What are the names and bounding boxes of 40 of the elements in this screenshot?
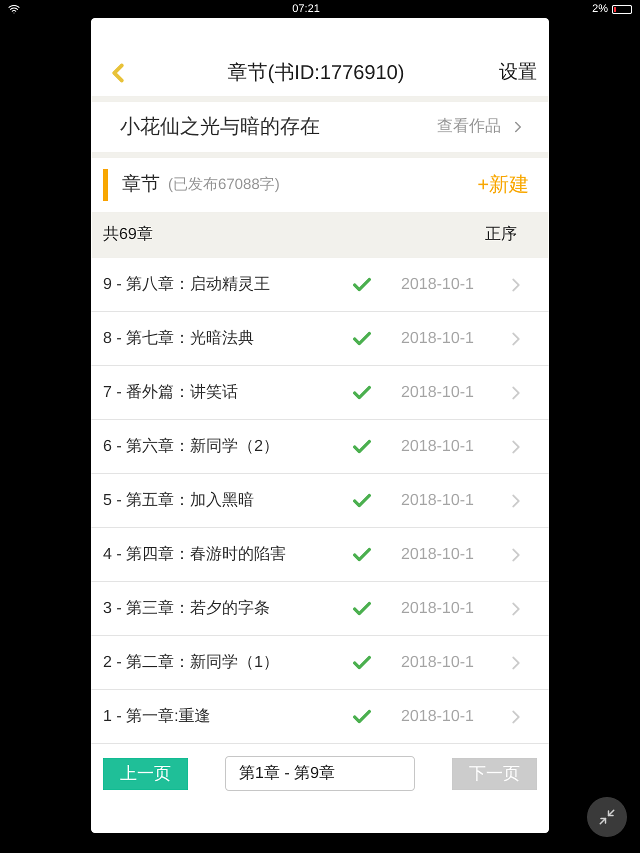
section-title: 章节 xyxy=(122,172,160,197)
sort-order-button[interactable]: 正序 xyxy=(485,223,517,247)
chapter-row[interactable]: 7 - 番外篇：讲笑话 2018-10-1 xyxy=(91,366,549,420)
book-title: 小花仙之光与暗的存在 xyxy=(120,115,321,140)
chapter-date: 2018-10-1 xyxy=(401,652,475,672)
settings-link[interactable]: 设置 xyxy=(499,58,537,88)
chapter-title: 2 - 第二章：新同学（1） xyxy=(103,652,280,672)
chapter-date: 2018-10-1 xyxy=(401,490,475,510)
chapter-title: 1 - 第一章:重逢 xyxy=(103,706,212,726)
chapter-row[interactable]: 6 - 第六章：新同学（2） 2018-10-1 xyxy=(91,420,549,474)
chapter-count: 共69章 xyxy=(103,224,153,245)
page-range-field[interactable]: 第1章 - 第9章 xyxy=(225,756,415,791)
chapter-date: 2018-10-1 xyxy=(401,382,475,402)
minimize-button[interactable] xyxy=(587,797,627,837)
chapter-row[interactable]: 9 - 第八章：启动精灵王 2018-10-1 xyxy=(91,258,549,312)
chapter-row[interactable]: 8 - 第七章：光暗法典 2018-10-1 xyxy=(91,312,549,366)
chapter-title: 3 - 第三章：若夕的字条 xyxy=(103,598,272,618)
chapter-date: 2018-10-1 xyxy=(401,706,475,726)
chapter-row[interactable]: 3 - 第三章：若夕的字条 2018-10-1 xyxy=(91,582,549,636)
battery-percent: 2% xyxy=(592,2,608,17)
chapter-row[interactable]: 5 - 第五章：加入黑暗 2018-10-1 xyxy=(91,474,549,528)
chapter-title: 8 - 第七章：光暗法典 xyxy=(103,328,256,348)
chapter-title: 4 - 第四章：春游时的陷害 xyxy=(103,544,288,564)
chapter-title: 5 - 第五章：加入黑暗 xyxy=(103,490,256,510)
chapter-date: 2018-10-1 xyxy=(401,544,475,564)
battery-icon xyxy=(612,4,632,14)
chapter-date: 2018-10-1 xyxy=(401,436,475,456)
chapter-date: 2018-10-1 xyxy=(401,328,475,348)
section-subtitle: (已发布67088字) xyxy=(168,174,281,195)
chapter-title: 6 - 第六章：新同学（2） xyxy=(103,436,280,456)
chapter-title: 9 - 第八章：启动精灵王 xyxy=(103,274,272,294)
chapter-row[interactable]: 4 - 第四章：春游时的陷害 2018-10-1 xyxy=(91,528,549,582)
status-time: 07:21 xyxy=(292,2,320,17)
minimize-icon xyxy=(598,808,616,826)
chapter-title: 7 - 番外篇：讲笑话 xyxy=(103,382,240,402)
chapter-row[interactable]: 1 - 第一章:重逢 2018-10-1 xyxy=(91,690,549,744)
chapter-date: 2018-10-1 xyxy=(401,598,475,618)
page-title: 章节(书ID:1776910) xyxy=(226,61,406,86)
chapter-row[interactable]: 2 - 第二章：新同学（1） 2018-10-1 xyxy=(91,636,549,690)
chapter-date: 2018-10-1 xyxy=(401,274,475,294)
